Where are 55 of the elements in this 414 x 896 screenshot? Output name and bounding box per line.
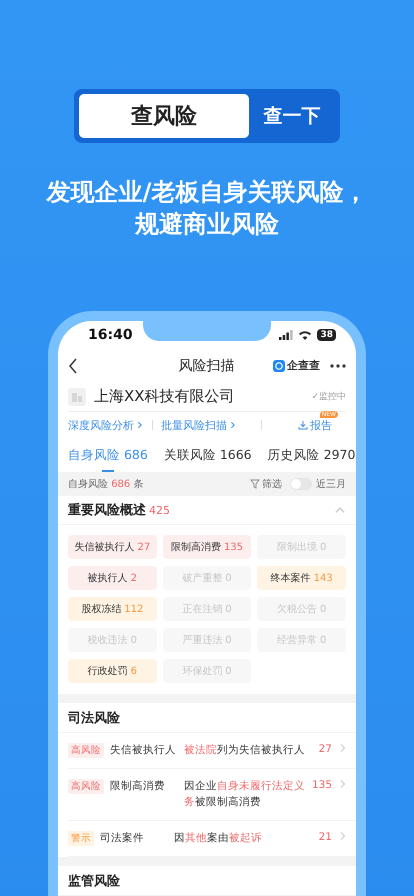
filter-icon[interactable]: [250, 478, 260, 489]
risk-description: 因其他案由被起诉: [174, 831, 263, 846]
recent-toggle[interactable]: [290, 478, 312, 490]
risk-count: 135: [312, 779, 332, 792]
signal-icon: [279, 330, 294, 340]
brand-logo: 企查查: [273, 358, 320, 374]
risk-chip[interactable]: 被执行人 2: [68, 566, 157, 590]
chevron-right-icon: [338, 831, 348, 842]
monitor-status: ✓监控中: [311, 390, 346, 404]
risk-description: 被法院列为失信被执行人: [184, 743, 306, 758]
risk-total: 自身风险 686 条: [68, 478, 144, 491]
risk-tab[interactable]: 自身风险 686: [68, 438, 148, 472]
risk-count: 21: [318, 831, 332, 844]
risk-tag: 高风险: [68, 779, 104, 794]
risk-chip[interactable]: 失信被执行人 27: [68, 535, 157, 560]
page-title: 风险扫描: [178, 356, 236, 375]
section-title: 监管风险: [68, 872, 120, 890]
chevron-right-icon: [136, 421, 144, 430]
risk-tag: 高风险: [68, 743, 104, 758]
risk-type: 司法案件: [100, 831, 145, 846]
chevron-right-icon: [338, 779, 348, 790]
risk-chip[interactable]: 股权冻结 112: [68, 597, 157, 622]
risk-tab[interactable]: 历史风险 2970: [268, 438, 356, 472]
back-icon[interactable]: [68, 358, 78, 374]
filter-label[interactable]: 筛选: [262, 476, 282, 491]
battery-level: 38: [317, 329, 336, 342]
section-title: 重要风险概述: [68, 502, 146, 519]
company-name: 上海XX科技有限公司: [94, 387, 235, 406]
risk-tag: 警示: [68, 831, 94, 846]
search-field[interactable]: 查风险: [79, 94, 249, 138]
risk-type: 失信被执行人: [110, 743, 177, 758]
risk-description: 因企业 自身未履行法定义务被限制高消费: [184, 779, 306, 810]
risk-chip[interactable]: 行政处罚 6: [68, 659, 157, 684]
section-count: 425: [149, 504, 170, 516]
building-icon: [68, 388, 86, 406]
section-title: 司法风险: [68, 710, 120, 727]
analysis-link[interactable]: 深度风险分析: [68, 418, 144, 433]
status-time: 16:40: [88, 327, 133, 344]
toggle-label: 近三月: [316, 478, 346, 491]
risk-tab[interactable]: 关联风险 1666: [164, 438, 252, 472]
wifi-icon: [298, 330, 312, 340]
more-icon[interactable]: [330, 364, 346, 368]
chevron-right-icon: [338, 743, 348, 754]
headline: 发现企业/老板自身关联风险， 规避商业风险: [46, 177, 368, 240]
risk-row[interactable]: 高风险 限制高消费 因企业 自身未履行法定义务被限制高消费 135: [68, 769, 356, 822]
analysis-link[interactable]: 批量风险扫描: [161, 418, 237, 433]
risk-type: 限制高消费: [110, 779, 166, 794]
risk-row[interactable]: 高风险 失信被执行人 被法院列为失信被执行人 27: [68, 733, 356, 770]
risk-chip[interactable]: 终本案件 143: [257, 566, 346, 590]
search-button[interactable]: 查一下: [249, 103, 335, 129]
report-link[interactable]: 报告: [310, 418, 332, 433]
download-icon[interactable]: [298, 420, 308, 430]
risk-chip[interactable]: 限制高消费 135: [162, 535, 252, 560]
risk-count: 27: [318, 743, 332, 756]
chevron-right-icon: [229, 421, 237, 430]
